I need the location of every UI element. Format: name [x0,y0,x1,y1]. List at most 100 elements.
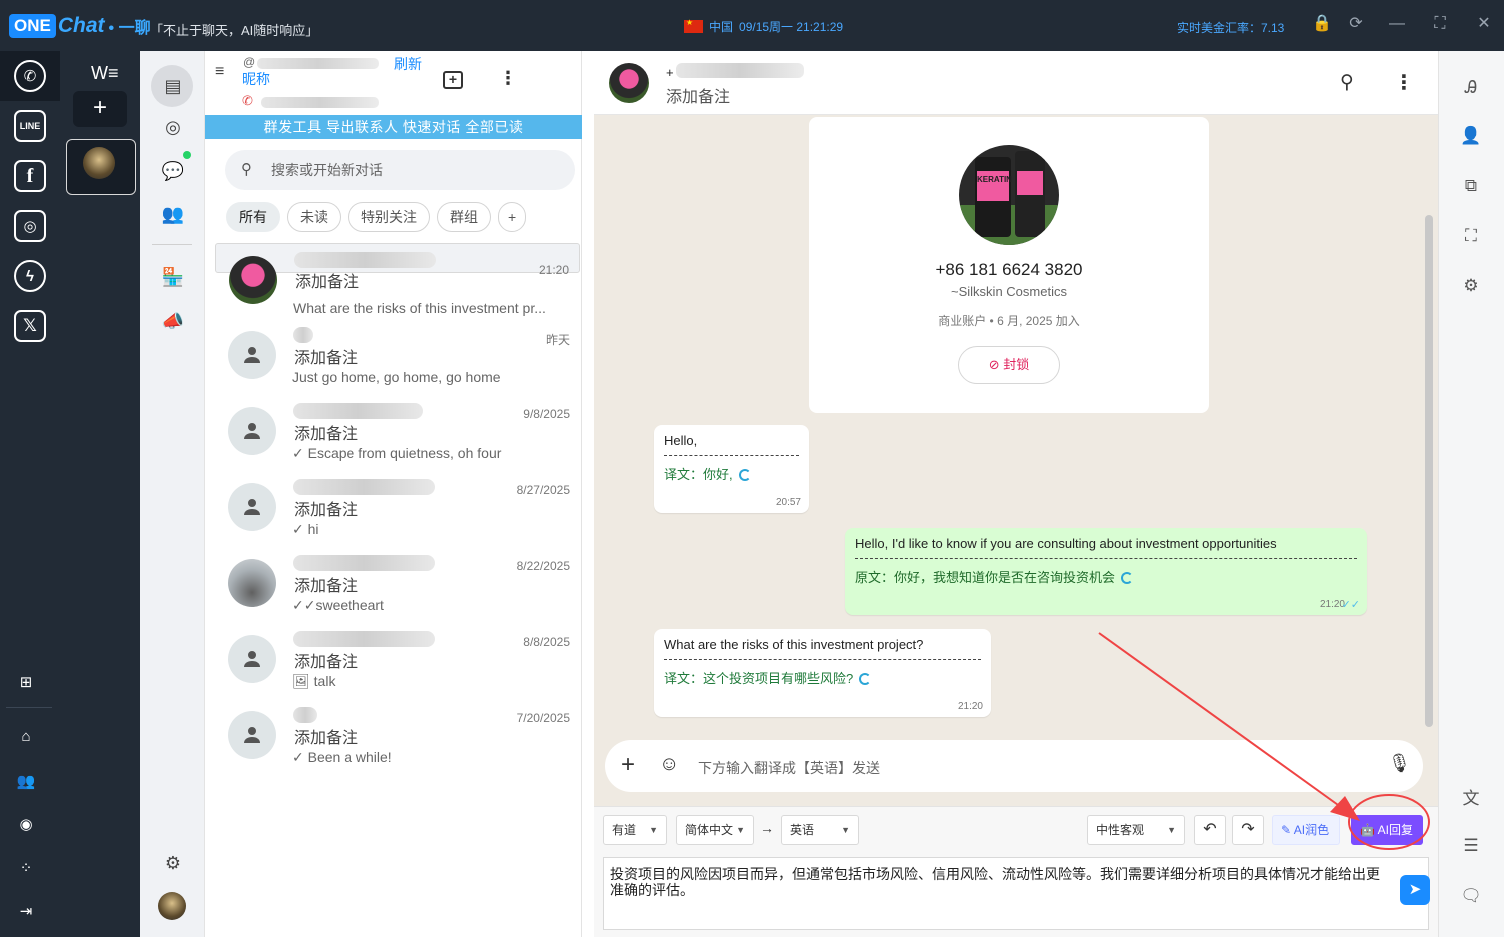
last-message: ✓ hi [292,521,319,537]
at-icon: @ [243,55,256,69]
composer-placeholder: 下方输入翻译成【英语】发送 [698,760,880,776]
contact-name-blur [293,555,435,571]
lock-icon[interactable]: 🔒 [1311,12,1333,36]
contact-avatar[interactable] [609,63,649,103]
target-lang-value: 英语 [790,823,815,837]
filter-add[interactable]: + [498,202,527,232]
pane-splitter[interactable] [582,51,594,937]
store-icon[interactable]: 🏪 [160,264,186,290]
translate-icon[interactable]: 文 [1459,784,1483,808]
app-rail: ✆ LINE f ◎ ϟ 𝕏 ⊞ ⌂ 👥 ◉ ⁘ ⇥ [0,51,60,937]
contact-info-icon[interactable]: 👤 [1459,124,1483,148]
fullscreen-icon[interactable]: ⛶ [1429,12,1451,36]
list-item[interactable]: 添加备注 ✓ hi 8/27/2025 [215,471,580,543]
close-icon[interactable]: ✕ [1473,12,1495,36]
search-icon[interactable]: ⚲ [1340,71,1354,94]
new-chat-icon[interactable]: + [443,71,463,89]
whatsapp-icon[interactable]: ✆ [14,60,46,92]
incoming-message[interactable]: Hello, 译文：你好, 20:57 [654,425,809,513]
list-item[interactable]: 添加备注 ✓ Been a while! 7/20/2025 [215,699,580,771]
contact-note: 添加备注 [295,274,360,291]
channels-icon[interactable]: 💬 [160,158,186,184]
more-icon[interactable]: ⋮ [499,68,517,89]
add-app-icon[interactable]: ⊞ [16,672,36,692]
sticker-icon[interactable]: ☺ [659,753,679,776]
undo-button[interactable]: ↶ [1194,815,1226,845]
facebook-icon[interactable]: f [14,160,46,192]
send-button[interactable]: ➤ [1400,875,1430,905]
search-input[interactable]: ⚲ 搜索或开始新对话 [225,150,575,190]
logout-icon[interactable]: ⇥ [16,901,36,921]
more-icon[interactable]: ⋮ [1394,70,1414,95]
home-icon[interactable]: ⌂ [16,726,36,746]
radar-icon[interactable]: ◉ [16,814,36,834]
pencil-icon: ✎ [1281,823,1294,837]
draft-textarea[interactable]: 投资项目的风险因项目而异，但通常包括市场风险、信用风险、流动性风险等。我们需要详… [603,857,1429,930]
retranslate-icon[interactable] [738,469,751,481]
outgoing-message[interactable]: Hello, I'd like to know if you are consu… [845,528,1367,615]
arrow-right-icon: → [760,820,774,836]
add-account-button[interactable]: + [73,91,127,127]
filter-all[interactable]: 所有 [226,202,280,232]
users-icon[interactable]: 👥 [16,771,36,791]
message-divider [664,455,799,456]
mic-icon[interactable]: 🎙 [1388,753,1411,774]
message-time: 21:20 [957,701,983,712]
redo-button[interactable]: ↷ [1232,815,1264,845]
messenger-icon[interactable]: ϟ [14,260,46,292]
communities-icon[interactable]: 👥 [160,201,186,227]
instagram-icon[interactable]: ◎ [14,210,46,242]
whatsapp-nav: ▤ ◎ 💬 👥 🏪 📣 ⚙ [140,51,205,937]
contact-note: 添加备注 [294,730,359,747]
default-avatar-icon [228,331,276,379]
message-composer[interactable]: + ☺ 下方输入翻译成【英语】发送 🎙 [605,740,1423,792]
header-note[interactable]: 添加备注 [666,83,730,107]
profile-avatar[interactable] [158,892,186,920]
font-icon[interactable]: Ꭿ [1459,76,1483,100]
target-lang-select[interactable]: 英语 ▼ [781,815,859,845]
source-lang-select[interactable]: 简体中文 ▼ [676,815,754,845]
incoming-message[interactable]: What are the risks of this investment pr… [654,629,991,717]
filter-groups[interactable]: 群组 [437,202,491,232]
account-avatar[interactable] [83,147,115,179]
menu-icon[interactable]: ≡ [215,63,224,81]
block-label: 封锁 [1003,357,1030,372]
retranslate-icon[interactable] [1121,572,1134,584]
status-icon[interactable]: ◎ [160,114,186,140]
tone-select[interactable]: 中性客观 ▼ [1087,815,1185,845]
apps-icon[interactable]: ⁘ [16,858,36,878]
filter-starred[interactable]: 特别关注 [348,202,430,232]
tool-bar[interactable]: 群发工具 导出联系人 快速对话 全部已读 [205,115,582,139]
quick-reply-icon[interactable]: 🗨 [1459,884,1483,908]
broadcast-icon[interactable]: 📣 [160,308,186,334]
chats-icon[interactable]: ▤ [160,73,186,99]
conversation-pane: + 添加备注 ⚲ ⋮ KERATIN +86 181 6624 3820 ~Si… [582,51,1438,937]
translate-card-icon[interactable]: ⧉ [1459,174,1483,198]
chat-time: 7/20/2025 [516,711,570,725]
ai-polish-button[interactable]: ✎ AI润色 [1272,815,1340,845]
list-item[interactable]: 添加备注 ✓✓sweetheart 8/22/2025 [215,547,580,619]
nav-divider [152,244,192,245]
refresh-icon[interactable]: ⟳ [1345,12,1367,36]
translator-select[interactable]: 有道 ▼ [603,815,667,845]
filter-unread[interactable]: 未读 [287,202,341,232]
list-item[interactable]: 添加备注 ✓ Escape from quietness, oh four 9/… [215,395,580,467]
ai-reply-button[interactable]: 🤖 AI回复 [1351,815,1423,845]
scan-icon[interactable]: ⛶ [1459,224,1483,248]
attach-icon[interactable]: + [621,751,635,779]
refresh-link[interactable]: 刷新 [394,54,422,74]
minimize-icon[interactable]: — [1386,12,1408,36]
settings-icon[interactable]: ⚙ [160,850,186,876]
retranslate-icon[interactable] [859,673,872,685]
settings-gear-icon[interactable]: ⚙ [1459,274,1483,298]
line-icon[interactable]: LINE [14,110,46,142]
default-avatar-icon [228,711,276,759]
nickname-label[interactable]: 昵称 [242,69,270,89]
scrollbar[interactable] [1425,215,1433,727]
list-item[interactable]: 添加备注 Just go home, go home, go home 昨天 [215,319,580,391]
list-item[interactable]: 添加备注 What are the risks of this investme… [215,243,580,316]
list-item[interactable]: 添加备注 🖼 talk 8/8/2025 [215,623,580,695]
list-icon[interactable]: ☰ [1459,834,1483,858]
block-button[interactable]: ⊘ 封锁 [958,346,1060,384]
x-icon[interactable]: 𝕏 [14,310,46,342]
